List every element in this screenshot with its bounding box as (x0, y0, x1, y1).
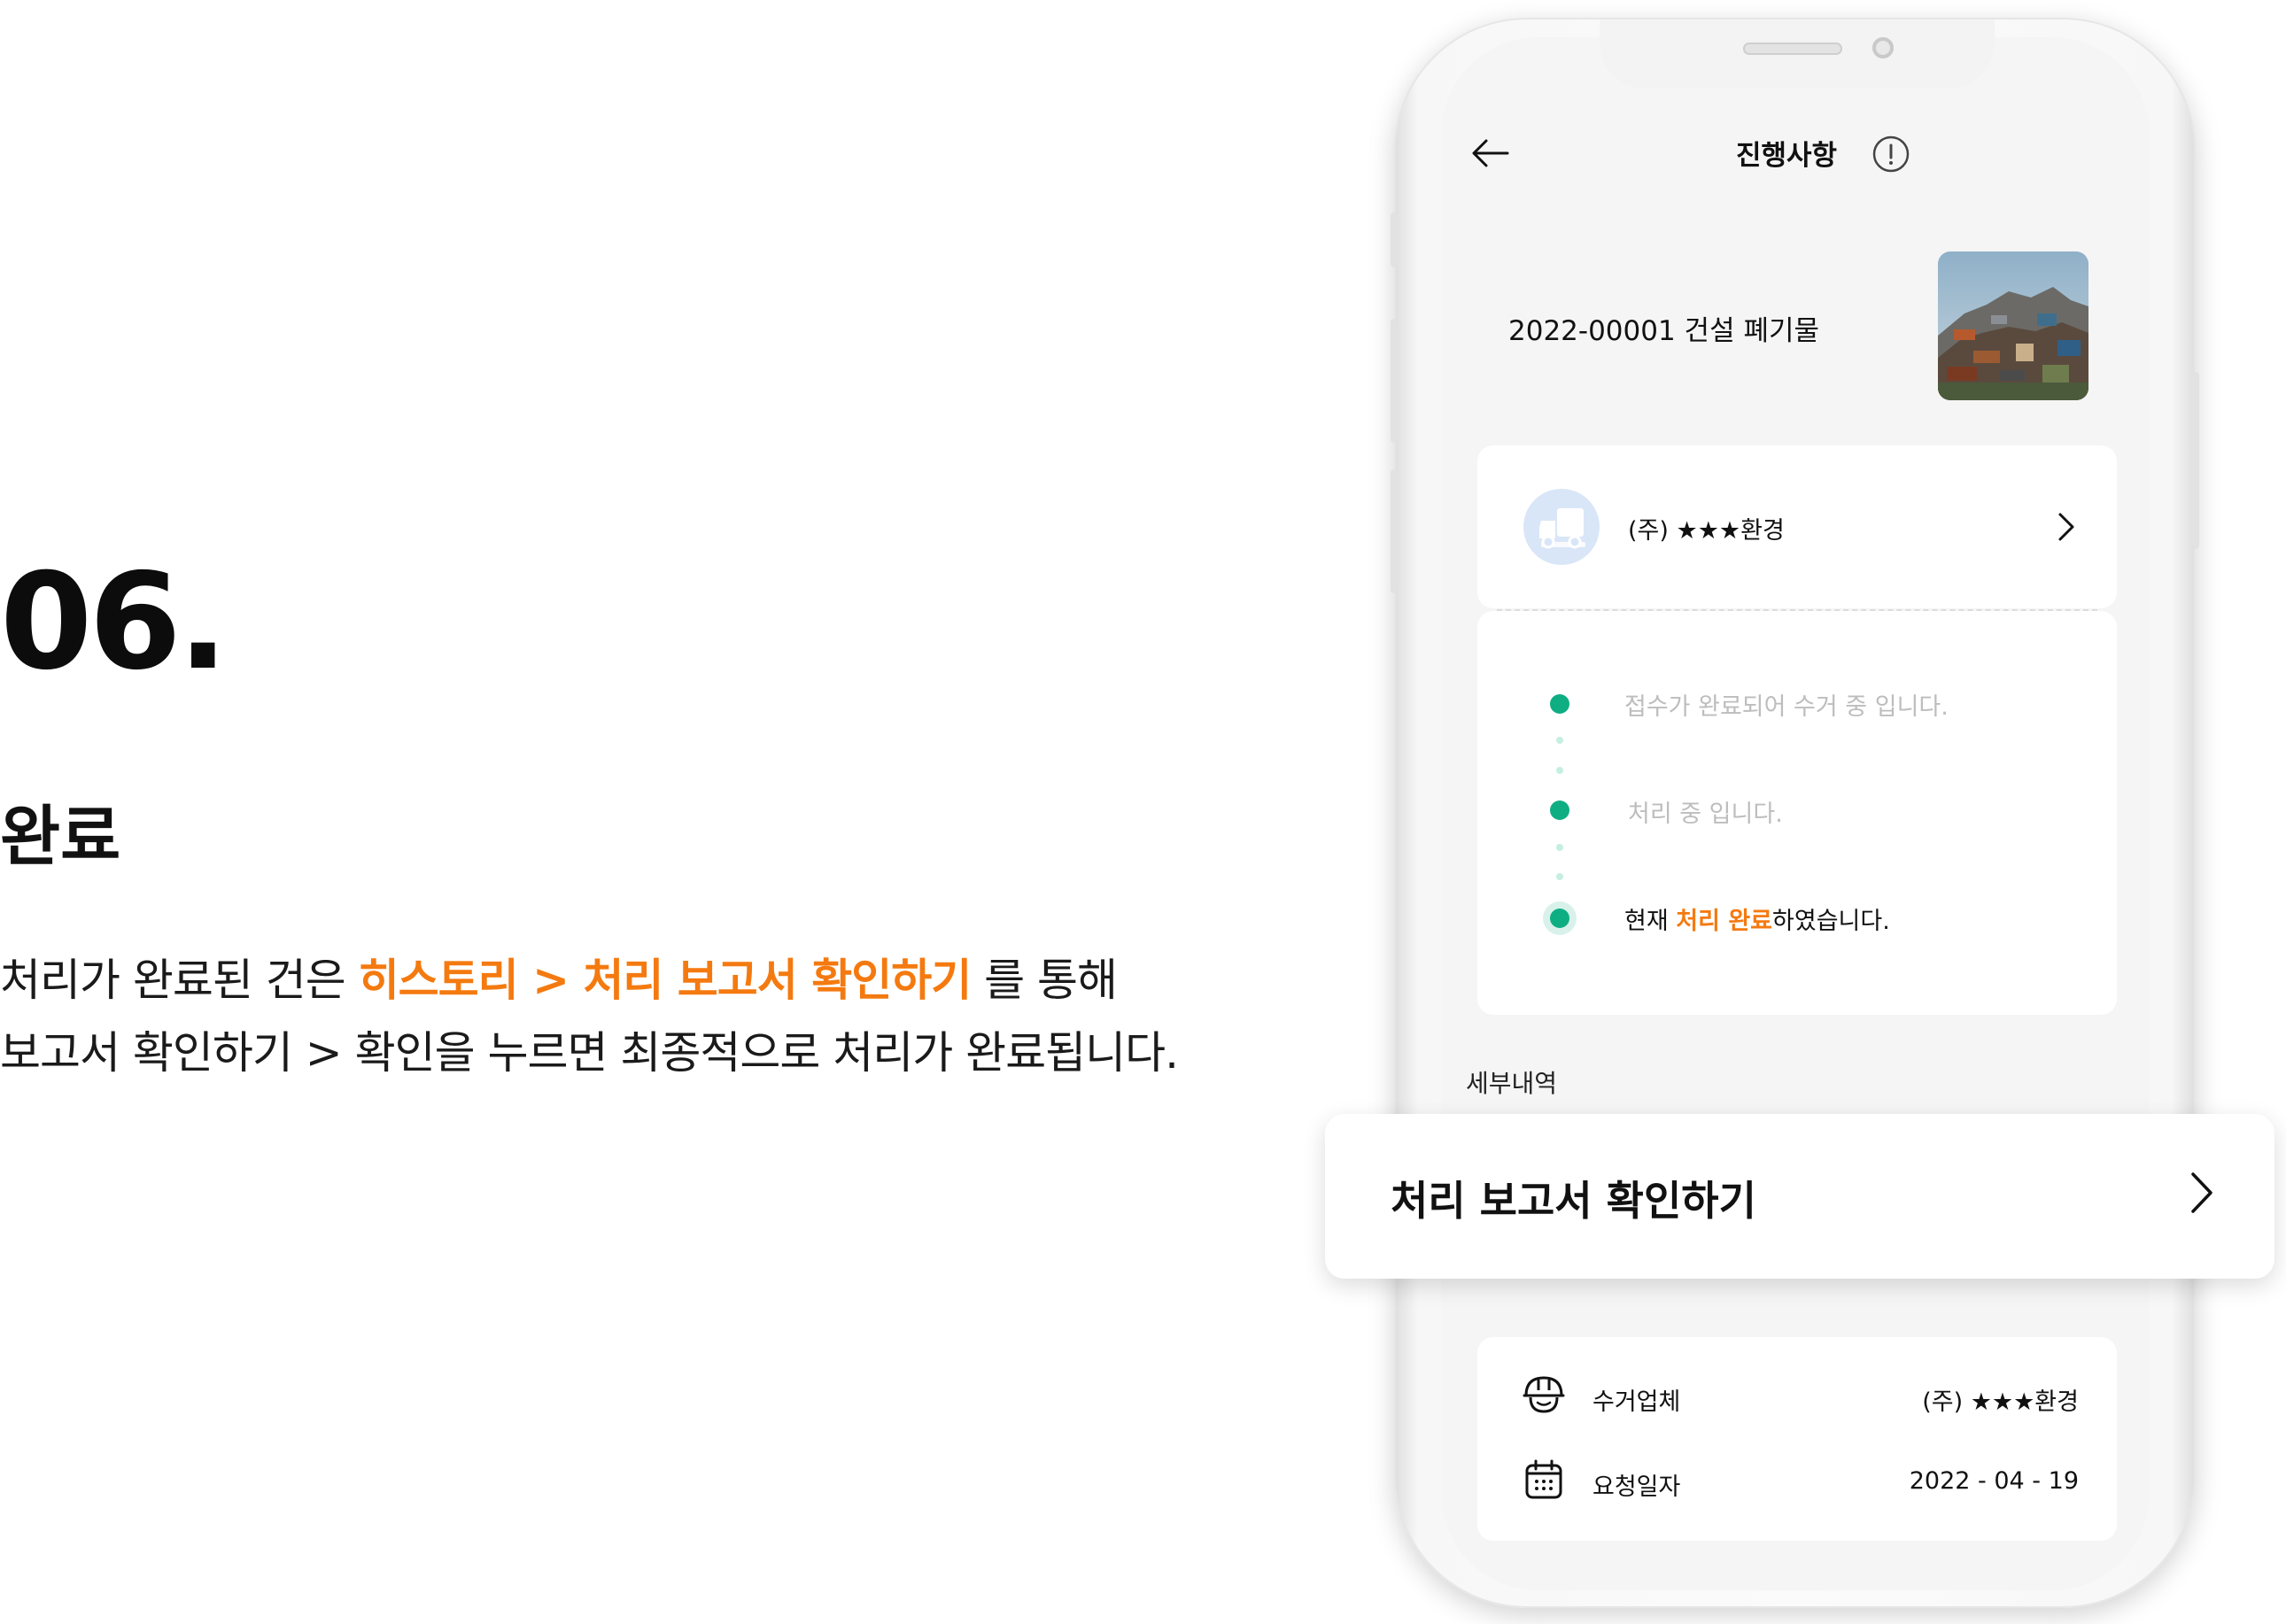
timeline-step-received: 접수가 완료되어 수거 중 입니다. (1624, 693, 1949, 721)
speaker-grille (1743, 43, 1842, 55)
chevron-right-icon[interactable] (2055, 509, 2078, 545)
step-description: 처리가 완료된 건은 히스토리 > 처리 보고서 확인하기 를 통해 보고서 확… (0, 944, 1179, 1089)
view-report-label: 처리 보고서 확인하기 (1391, 1177, 1756, 1225)
hardhat-icon (1523, 1376, 1565, 1413)
timeline-step-complete: 현재 처리 완료하였습니다. (1624, 901, 1890, 936)
description-text: 처리가 완료된 건은 (0, 955, 359, 1006)
step-number: 06. (0, 545, 229, 700)
step-title: 완료 (0, 799, 121, 875)
status-text: 현재 (1624, 908, 1677, 935)
description-text: 를 통해 (971, 955, 1118, 1006)
collector-label: 수거업체 (1592, 1388, 1681, 1416)
description-highlight: 히스토리 > 처리 보고서 확인하기 (358, 955, 973, 1006)
company-name: (주) ★★★환경 (1628, 517, 1785, 545)
request-date-value: 2022 - 04 - 19 (1909, 1467, 2079, 1495)
timeline-connector (1556, 873, 1563, 880)
chevron-right-icon[interactable] (2188, 1169, 2216, 1217)
arrow-left-icon[interactable] (1470, 137, 1509, 169)
phone-side-button (1391, 469, 1398, 593)
request-date-label: 요청일자 (1592, 1473, 1681, 1501)
info-circle-icon[interactable] (1871, 135, 1910, 174)
timeline-connector (1556, 844, 1563, 851)
page-title: 진행사항 (1736, 140, 1838, 172)
collector-value: (주) ★★★환경 (1922, 1388, 2079, 1416)
construction-waste-photo (1938, 251, 2088, 400)
truck-icon (1523, 489, 1600, 565)
timeline-dot (1550, 694, 1569, 714)
status-text: 하였습니다. (1772, 908, 1890, 935)
phone-side-button (1391, 319, 1398, 443)
timeline-dot-current (1550, 909, 1569, 928)
timeline-connector (1556, 737, 1563, 744)
timeline-connector (1556, 767, 1563, 774)
calendar-icon (1525, 1459, 1562, 1499)
section-label-details: 세부내역 (1466, 1069, 1558, 1098)
detail-info-card (1477, 1337, 2117, 1541)
phone-side-button (2192, 372, 2199, 549)
timeline-step-processing: 처리 중 입니다. (1628, 800, 1783, 828)
phone-side-button (1391, 213, 1398, 267)
request-title: 2022-00001 건설 폐기물 (1508, 315, 1820, 347)
status-highlight: 처리 완료 (1676, 908, 1773, 935)
description-line-2: 보고서 확인하기 > 확인을 누르면 최종적으로 처리가 완료됩니다. (0, 1027, 1179, 1079)
description-line-1: 처리가 완료된 건은 히스토리 > 처리 보고서 확인하기 를 통해 (0, 944, 1178, 1017)
status-timeline-card (1477, 611, 2117, 1015)
front-camera (1872, 37, 1894, 58)
timeline-dot (1550, 800, 1569, 820)
